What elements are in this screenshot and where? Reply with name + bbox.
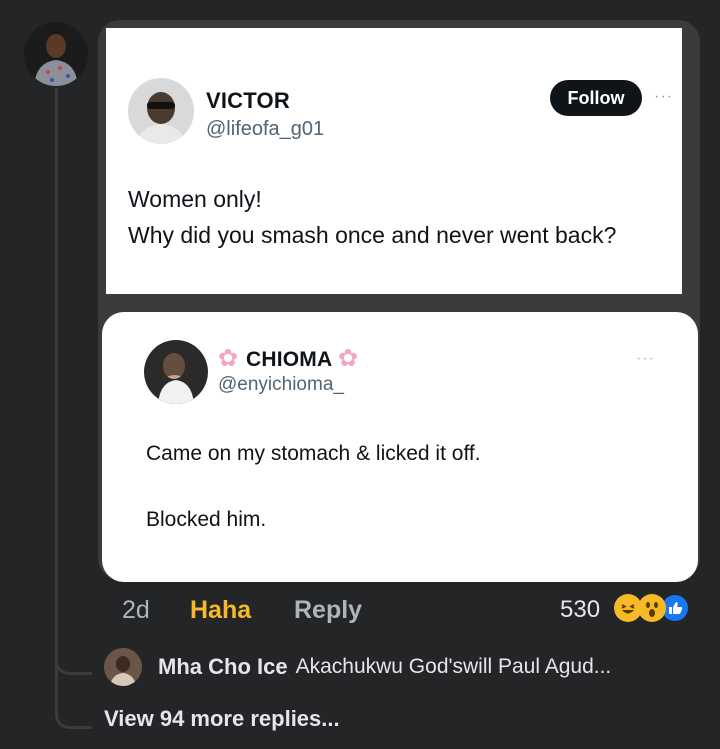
tweet1-handle: @lifeofa_g01 xyxy=(206,118,325,140)
thread-branch-reply xyxy=(55,654,92,675)
chioma-avatar xyxy=(144,340,208,404)
thread-line xyxy=(55,88,58,713)
tweet1-name: VICTOR xyxy=(206,88,290,113)
tweet1-more-icon[interactable]: ··· xyxy=(654,88,673,106)
tweet2-name: CHIOMA xyxy=(246,348,333,371)
flower-icon-right: ✿ xyxy=(338,345,359,372)
tweet1-line1: Women only! xyxy=(128,186,262,212)
tweet2-handle: @enyichioma_ xyxy=(218,374,344,395)
reply-avatar xyxy=(104,648,142,686)
view-more-replies-link[interactable]: View 94 more replies... xyxy=(104,706,340,732)
reply-text: Akachukwu God'swill Paul Agud... xyxy=(295,655,612,678)
wow-reaction-icon[interactable] xyxy=(638,594,666,622)
tweet2-line1: Came on my stomach & licked it off. xyxy=(146,442,481,465)
reply-author[interactable]: Mha Cho Ice xyxy=(158,654,288,680)
flower-icon-left: ✿ xyxy=(218,345,239,372)
follow-button[interactable]: Follow xyxy=(550,80,642,116)
reaction-count[interactable]: 530 xyxy=(560,596,600,624)
tweet-screenshot-1: VICTOR @lifeofa_g01 Follow ··· Women onl… xyxy=(106,28,682,294)
comment-time[interactable]: 2d xyxy=(122,596,150,625)
tweet-screenshot-2: ✿ CHIOMA ✿ @enyichioma_ ··· Came on my s… xyxy=(102,312,698,582)
tweet2-line2: Blocked him. xyxy=(146,508,267,531)
victor-avatar xyxy=(128,78,194,144)
commenter-avatar[interactable] xyxy=(24,22,88,86)
tweet2-more-icon[interactable]: ··· xyxy=(636,350,655,368)
reply-preview[interactable]: Mha Cho Ice Akachukwu God'swill Paul Agu… xyxy=(104,648,611,686)
haha-reaction-icon[interactable] xyxy=(614,594,642,622)
tweet1-line2: Why did you smash once and never went ba… xyxy=(128,222,617,248)
haha-button[interactable]: Haha xyxy=(190,596,251,625)
reply-button[interactable]: Reply xyxy=(294,596,362,625)
thread-branch-view-more xyxy=(55,708,92,729)
